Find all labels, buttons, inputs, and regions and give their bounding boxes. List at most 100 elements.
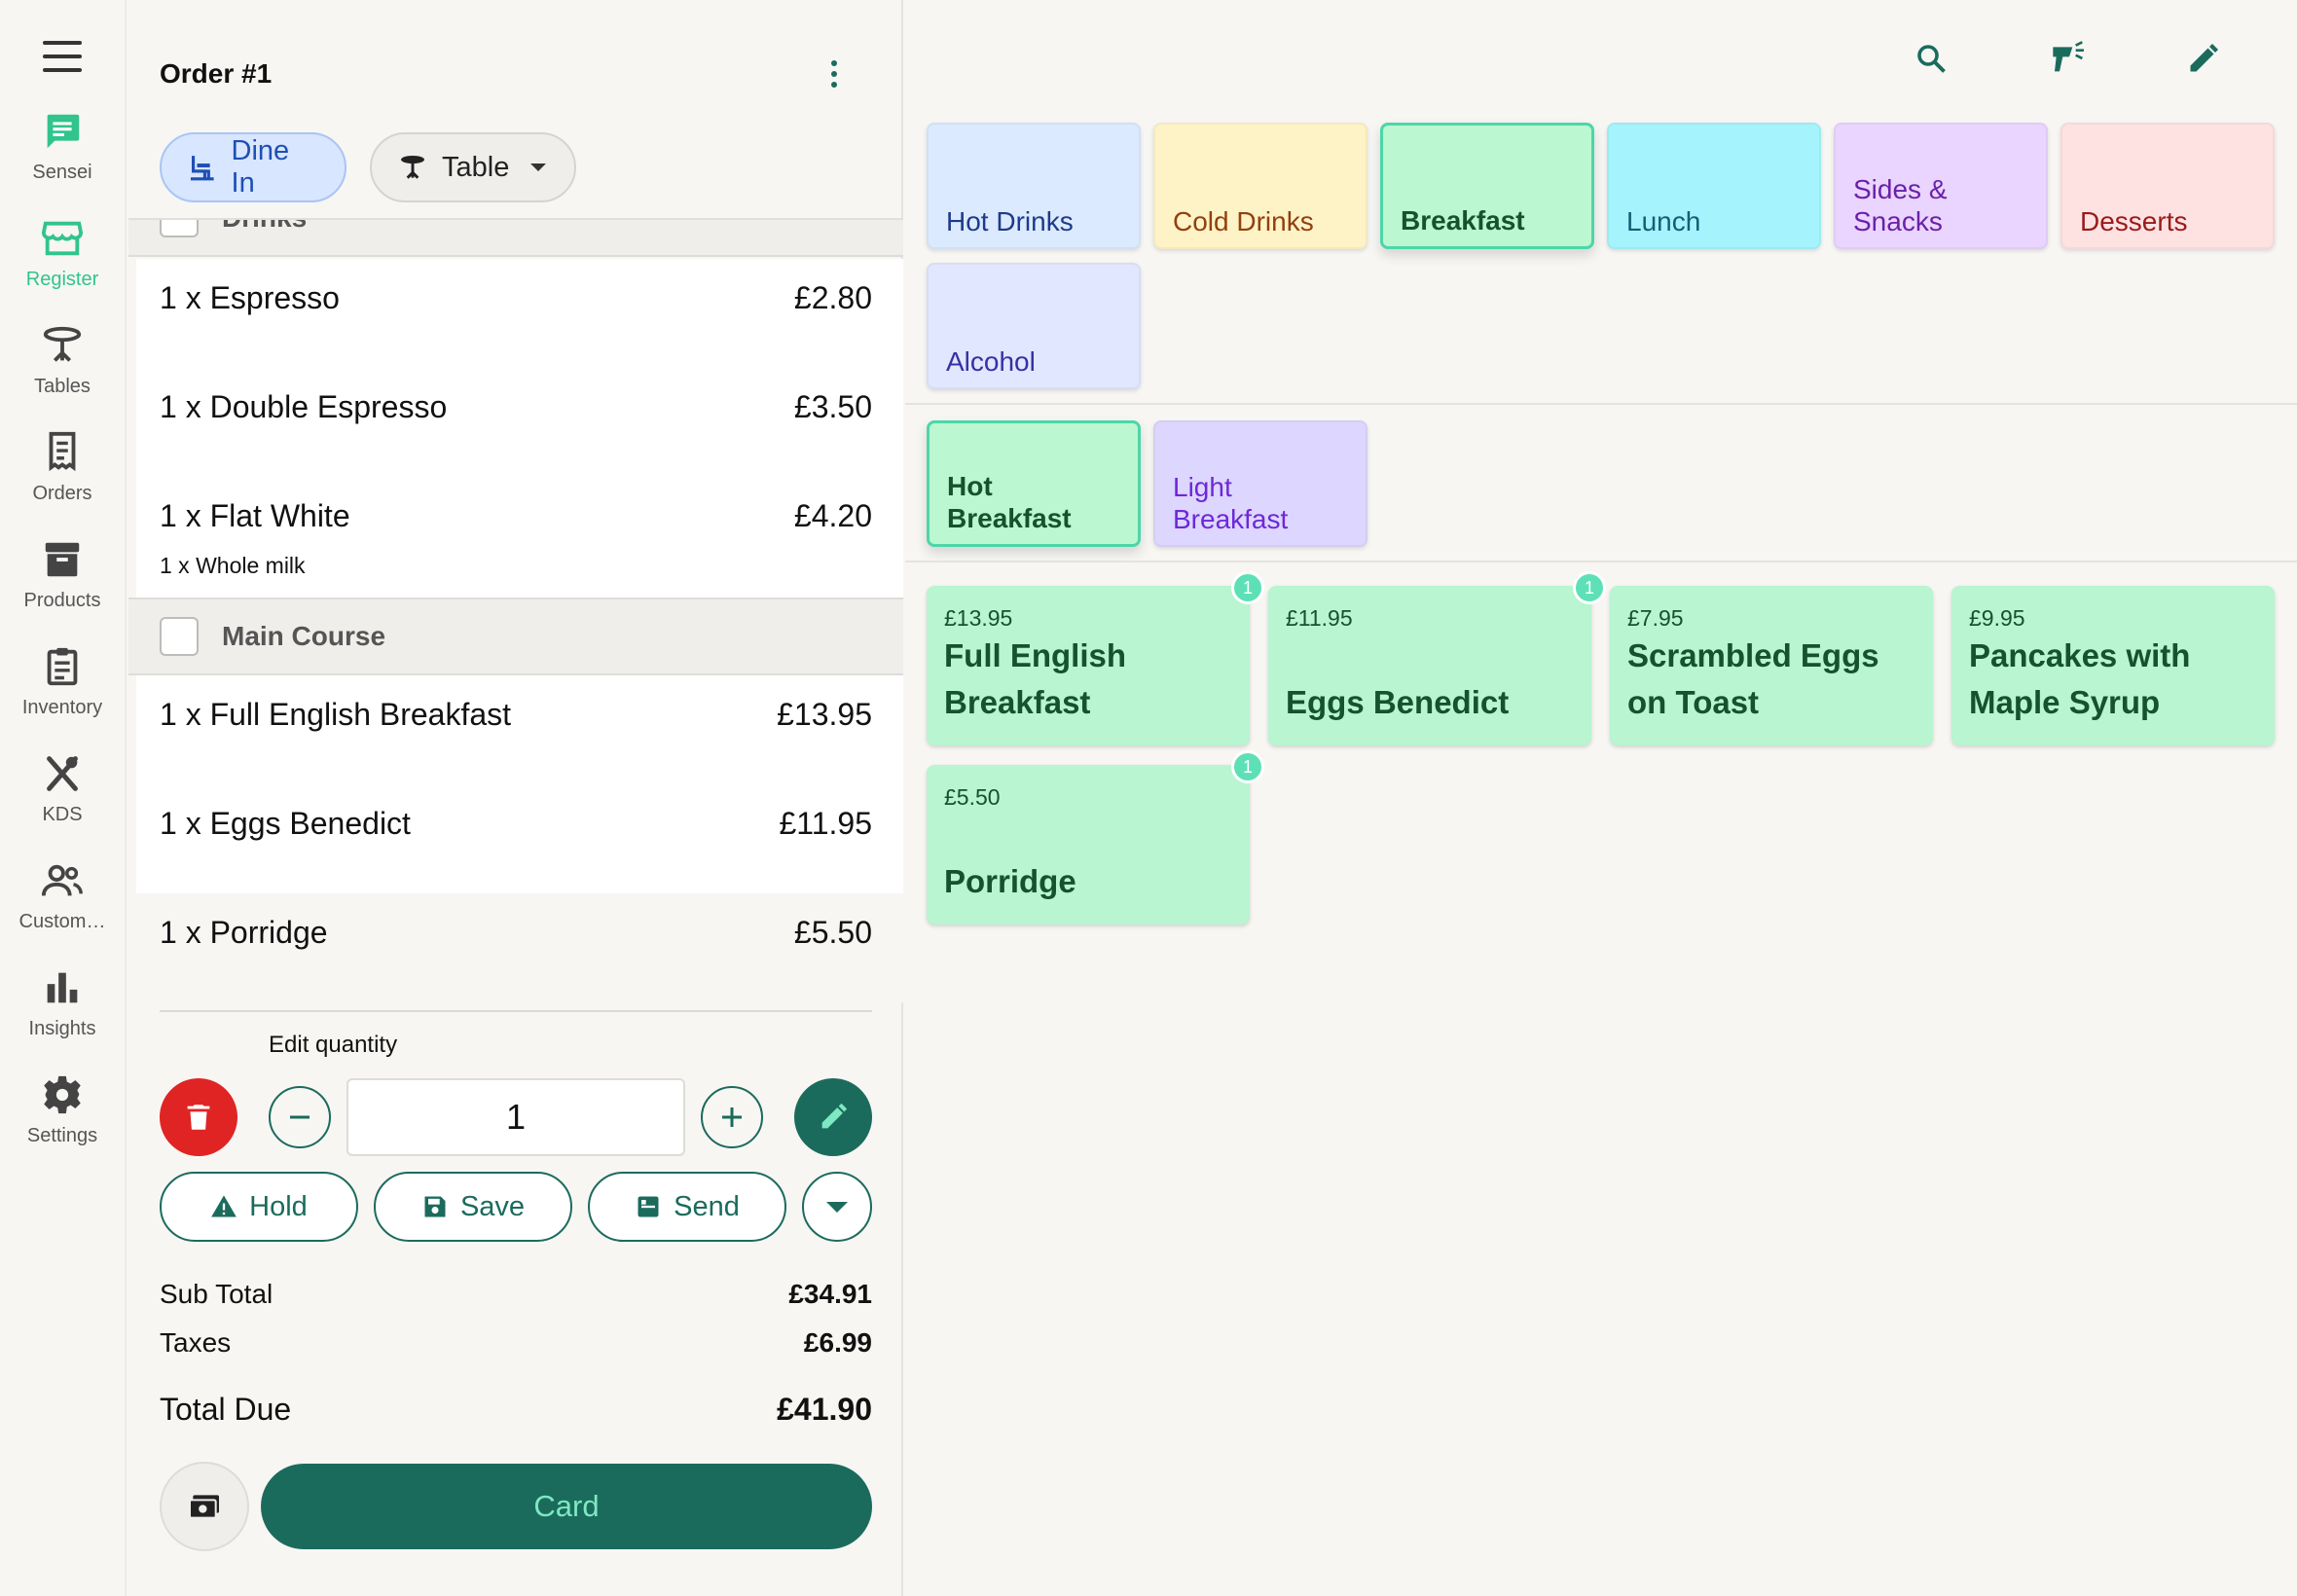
product-price: £5.50 [944, 784, 1001, 810]
save-button[interactable]: Save [374, 1172, 572, 1242]
divider [160, 1010, 872, 1012]
menu-icon[interactable] [41, 39, 84, 74]
sidebar-item-label: KDS [42, 804, 83, 825]
subtotal-label: Sub Total [160, 1279, 273, 1309]
table-icon [43, 326, 82, 362]
sidebar-item-label: Register [25, 269, 99, 290]
pencil-icon[interactable] [2180, 35, 2227, 82]
dine-in-label: Dine In [231, 135, 290, 199]
quantity-badge: 1 [1231, 571, 1264, 604]
product-porridge[interactable]: £5.50 Porridge [927, 765, 1250, 925]
section-label: Drinks [222, 220, 307, 234]
product-pancakes[interactable]: £9.95 Pancakes with Maple Syrup [1951, 586, 2275, 745]
sidebar-item-label: Insights [28, 1018, 96, 1039]
sidebar-item-insights[interactable]: Insights [0, 965, 125, 1063]
sidebar-item-products[interactable]: Products [0, 537, 125, 635]
hold-label: Hold [249, 1190, 308, 1222]
taxes-value: £6.99 [803, 1327, 872, 1358]
sidebar-item-customers[interactable]: Custom… [0, 858, 125, 956]
increase-quantity-button[interactable] [701, 1086, 763, 1148]
sidebar-item-label: Products [23, 590, 101, 611]
category-breakfast[interactable]: Breakfast [1380, 123, 1594, 249]
item-name: 1 x Full English Breakfast [160, 697, 512, 732]
sidebar-item-sensei[interactable]: Sensei [0, 109, 125, 206]
more-actions-button[interactable] [802, 1172, 872, 1242]
subcategory-hot-breakfast[interactable]: Hot Breakfast [927, 420, 1141, 547]
sidebar-item-label: Custom… [18, 911, 106, 932]
subcategory-light-breakfast[interactable]: Light Breakfast [1153, 420, 1367, 547]
table-icon [401, 156, 424, 179]
search-icon[interactable] [1908, 35, 1954, 82]
edit-item-button[interactable] [794, 1078, 872, 1156]
line-item[interactable]: 1 x Espresso £2.80 [136, 259, 903, 368]
item-modifier: 1 x Whole milk [160, 553, 306, 578]
product-scrambled-eggs[interactable]: £7.95 Scrambled Eggs on Toast [1610, 586, 1933, 745]
sidebar-item-kds[interactable]: KDS [0, 751, 125, 849]
barcode-scanner-icon[interactable] [2046, 35, 2093, 82]
divider [905, 403, 2297, 405]
chevron-down-icon [826, 1201, 848, 1213]
clipboard-icon [47, 647, 78, 686]
sidebar-item-register[interactable]: Register [0, 216, 125, 313]
category-label: Alcohol [946, 346, 1036, 377]
category-sides-snacks[interactable]: Sides & Snacks [1834, 123, 2048, 249]
section-checkbox[interactable] [160, 220, 199, 237]
category-label: Sides & Snacks [1853, 174, 1948, 236]
dine-in-icon [190, 156, 214, 181]
quantity-badge: 1 [1573, 571, 1606, 604]
card-payment-button[interactable]: Card [261, 1464, 872, 1549]
table-select[interactable]: Table [370, 132, 576, 202]
section-header[interactable]: Drinks [128, 220, 903, 257]
sidebar-item-inventory[interactable]: Inventory [0, 644, 125, 742]
category-hot-drinks[interactable]: Hot Drinks [927, 123, 1141, 249]
product-eggs-benedict[interactable]: £11.95 Eggs Benedict [1268, 586, 1591, 745]
sidebar-item-tables[interactable]: Tables [0, 323, 125, 420]
line-item[interactable]: 1 x Double Espresso £3.50 [136, 368, 903, 477]
item-name: 1 x Eggs Benedict [160, 806, 411, 841]
table-label: Table [442, 151, 510, 183]
line-item[interactable]: 1 x Eggs Benedict £11.95 [136, 784, 903, 893]
category-lunch[interactable]: Lunch [1607, 123, 1821, 249]
more-options-icon[interactable] [820, 56, 849, 91]
send-label: Send [674, 1190, 740, 1222]
warning-icon [211, 1195, 237, 1217]
dine-in-button[interactable]: Dine In [160, 132, 346, 202]
sidebar-item-label: Tables [34, 376, 91, 397]
sidebar-item-orders[interactable]: Orders [0, 430, 125, 527]
trash-icon [187, 1105, 210, 1130]
taxes-row: Taxes £6.99 [160, 1327, 872, 1359]
line-item[interactable]: 1 x Flat White £4.20 1 x Whole milk [136, 477, 903, 598]
cash-button[interactable] [160, 1462, 249, 1551]
send-button[interactable]: Send [588, 1172, 786, 1242]
category-label: Desserts [2080, 206, 2188, 236]
category-desserts[interactable]: Desserts [2060, 123, 2275, 249]
cash-icon [189, 1495, 219, 1519]
storefront-icon [41, 221, 84, 256]
product-full-english-breakfast[interactable]: £13.95 Full English Breakfast [927, 586, 1250, 745]
order-items-list[interactable]: Drinks 1 x Espresso £2.80 1 x Double Esp… [128, 218, 903, 1008]
item-price: £3.50 [793, 389, 872, 424]
delete-item-button[interactable] [160, 1078, 237, 1156]
line-item[interactable]: 1 x Full English Breakfast £13.95 [136, 675, 903, 784]
category-label: Lunch [1626, 206, 1701, 236]
product-name: Eggs Benedict [1286, 684, 1510, 720]
minus-icon [290, 1115, 310, 1119]
pencil-icon [821, 1103, 848, 1129]
section-header[interactable]: Main Course [128, 598, 903, 675]
archive-icon [45, 542, 80, 577]
chevron-down-icon [530, 163, 547, 171]
decrease-quantity-button[interactable] [269, 1086, 331, 1148]
plus-icon [722, 1107, 742, 1127]
quantity-input[interactable]: 1 [346, 1078, 685, 1156]
subtotal-row: Sub Total £34.91 [160, 1279, 872, 1310]
product-price: £9.95 [1969, 605, 2025, 631]
people-icon [41, 864, 83, 896]
item-name: 1 x Double Espresso [160, 389, 448, 424]
section-checkbox[interactable] [160, 617, 199, 656]
category-cold-drinks[interactable]: Cold Drinks [1153, 123, 1367, 249]
line-item-selected[interactable]: 1 x Porridge £5.50 [136, 893, 903, 1002]
sidebar-item-settings[interactable]: Settings [0, 1072, 125, 1170]
hold-button[interactable]: Hold [160, 1172, 358, 1242]
sidebar-item-label: Settings [26, 1125, 98, 1146]
category-alcohol[interactable]: Alcohol [927, 263, 1141, 389]
